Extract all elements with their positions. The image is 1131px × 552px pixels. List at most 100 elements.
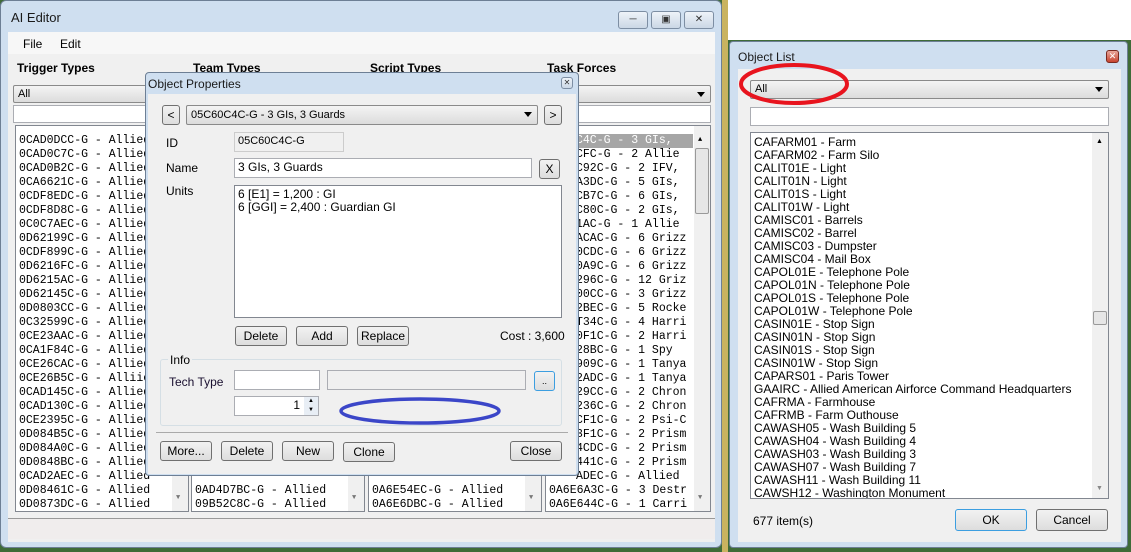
scroll-down-icon[interactable]: ▼ xyxy=(698,494,702,502)
list-item[interactable]: 0D6215AC-G - Allied xyxy=(19,274,150,288)
list-item[interactable]: 0A6E6A3C-G - 3 Destr xyxy=(549,484,687,498)
list-item[interactable]: 0CAD0C7C-G - Allied xyxy=(19,148,150,162)
list-item[interactable]: CF1C-G - 2 Psi-C xyxy=(576,414,686,428)
list-item[interactable]: ACAC-G - 6 Grizz xyxy=(576,232,686,246)
list-item[interactable]: CAWSH12 - Washington Monument xyxy=(754,487,945,499)
stepper-up-icon[interactable]: ▲ xyxy=(304,397,318,406)
list-item[interactable]: 0D6216FC-G - Allied xyxy=(19,260,150,274)
list-item[interactable]: 0CAD145C-G - Allied xyxy=(19,386,150,400)
browse-button[interactable]: .. xyxy=(534,371,555,391)
scroll-up-icon[interactable]: ▲ xyxy=(698,136,702,144)
clone-button[interactable]: Clone xyxy=(343,442,395,462)
list-item[interactable]: 0D0803CC-G - Allied xyxy=(19,302,150,316)
list-item[interactable]: 0CE26B5C-G - Alliie xyxy=(19,372,150,386)
scrollbar[interactable]: ▼ ▲ xyxy=(694,126,710,511)
list-item[interactable]: A3DC-G - 5 GIs, xyxy=(576,176,680,190)
list-item[interactable]: 0A6E6DBC-G - Allied xyxy=(372,498,503,511)
object-list[interactable]: CAFARM01 - Farm CAFARM02 - Farm Silo CALIT… xyxy=(750,132,1109,499)
list-item[interactable]: 2ADC-G - 1 Tanya xyxy=(576,372,686,386)
ok-button[interactable]: OK xyxy=(955,509,1027,531)
list-item[interactable]: 0A9C-G - 6 Grizz xyxy=(576,260,686,274)
list-item[interactable]: 4CDC-G - 2 Prism xyxy=(576,442,686,456)
scroll-down-icon[interactable]: ▼ xyxy=(1096,485,1103,492)
list-item[interactable]: 0F1C-G - 2 Harri xyxy=(576,330,686,344)
list-item[interactable]: 0D62199C-G - Allied xyxy=(19,232,150,246)
list-item[interactable]: 29CC-G - 2 Chron xyxy=(576,386,686,400)
menu-file[interactable]: File xyxy=(23,37,42,51)
list-item[interactable]: 0C32599C-G - Allied xyxy=(19,316,150,330)
list-item[interactable]: 0D08461C-G - Allied xyxy=(19,484,150,498)
scroll-down-icon[interactable]: ▼ xyxy=(352,494,356,502)
search-input[interactable] xyxy=(750,107,1109,126)
more-button[interactable]: More... xyxy=(160,441,212,461)
list-item[interactable]: ADEC-G - Allied xyxy=(576,470,680,484)
list-item[interactable]: 0D084B5C-G - Allied xyxy=(19,428,150,442)
list-item[interactable]: 0D0848BC-G - Allied xyxy=(19,456,150,470)
list-item[interactable]: 0CA1F84C-G - Allied xyxy=(19,344,150,358)
list-item[interactable]: CB7C-G - 6 GIs, xyxy=(576,190,680,204)
list-item[interactable]: 0CDF8D8C-G - Allied xyxy=(19,204,150,218)
tech-type-field[interactable] xyxy=(234,370,320,390)
list-item[interactable]: 0A6E644C-G - 1 Carri xyxy=(549,498,687,511)
list-item[interactable]: 909C-G - 1 Tanya xyxy=(576,358,686,372)
minimize-button[interactable]: ─ xyxy=(618,11,648,29)
new-button[interactable]: New xyxy=(282,441,334,461)
list-item[interactable]: 236C-G - 2 Chron xyxy=(576,400,686,414)
object-selector[interactable]: 05C60C4C-G - 3 GIs, 3 Guards xyxy=(186,105,538,125)
delete-button[interactable]: Delete xyxy=(221,441,273,461)
list-item[interactable]: 0CDF899C-G - Allied xyxy=(19,246,150,260)
list-item[interactable]: 2BEC-G - 5 Rocke xyxy=(576,302,686,316)
scroll-down-icon[interactable]: ▼ xyxy=(176,494,180,502)
list-item[interactable]: 0CAD0DCC-G - Allied xyxy=(19,134,150,148)
units-list[interactable]: 6 [E1] = 1,200 : GI 6 [GGI] = 2,400 : Gu… xyxy=(234,185,562,318)
list-item[interactable]: 3F1C-G - 2 Prism xyxy=(576,428,686,442)
list-item[interactable]: 0CE26CAC-G - Allied xyxy=(19,358,150,372)
list-item[interactable]: 09B52C8C-G - Allied xyxy=(195,498,326,511)
scrollbar[interactable]: ▲ ▼ xyxy=(1092,133,1108,498)
list-item[interactable]: 0CAD2AEC-G - Allied xyxy=(19,470,150,484)
next-button[interactable]: > xyxy=(544,105,562,125)
list-item[interactable]: C80C-G - 2 GIs, xyxy=(576,204,680,218)
close-dialog-button[interactable]: Close xyxy=(510,441,562,461)
list-item[interactable]: 0CE23AAC-G - Allied xyxy=(19,330,150,344)
scroll-up-icon[interactable]: ▲ xyxy=(1096,138,1103,145)
scroll-down-icon[interactable]: ▼ xyxy=(529,494,533,502)
close-icon[interactable]: ✕ xyxy=(1106,50,1119,63)
maximize-button[interactable]: ▣ xyxy=(651,11,681,29)
list-item[interactable]: 0D62145C-G - Allied xyxy=(19,288,150,302)
replace-unit-button[interactable]: Replace xyxy=(357,326,409,346)
list-item[interactable]: 0CDF8EDC-G - Allied xyxy=(19,190,150,204)
list-item[interactable]: 0C0C7AEC-G - Allied xyxy=(19,218,150,232)
list-item[interactable]: 0AD4D7BC-G - Allied xyxy=(195,484,326,498)
list-item[interactable]: 0CDC-G - 6 Grizz xyxy=(576,246,686,260)
list-item[interactable]: 0CA6621C-G - Allied xyxy=(19,176,150,190)
list-item[interactable]: 0D0873DC-G - Allied xyxy=(19,498,150,511)
list-item[interactable]: 00CC-G - 3 Grizz xyxy=(576,288,686,302)
list-item[interactable]: T34C-G - 4 Harri xyxy=(576,316,686,330)
prev-button[interactable]: < xyxy=(162,105,180,125)
scroll-thumb[interactable] xyxy=(1093,311,1107,325)
close-button[interactable]: ✕ xyxy=(684,11,714,29)
list-item[interactable]: 441C-G - 2 Prism xyxy=(576,456,686,470)
close-icon[interactable]: ✕ xyxy=(561,77,573,89)
list-item[interactable]: CFC-G - 2 Allie xyxy=(576,148,680,162)
clear-name-button[interactable]: X xyxy=(539,159,560,179)
list-item[interactable]: C4C-G - 3 GIs, xyxy=(576,134,693,148)
add-unit-button[interactable]: Add xyxy=(296,326,348,346)
cancel-button[interactable]: Cancel xyxy=(1036,509,1108,531)
list-item[interactable]: 0A6E54EC-G - Allied xyxy=(372,484,503,498)
list-item[interactable]: C92C-G - 2 IFV, xyxy=(576,162,680,176)
scroll-thumb[interactable] xyxy=(695,148,709,214)
list-item[interactable]: 0D084A0C-G - Allied xyxy=(19,442,150,456)
delete-unit-button[interactable]: Delete xyxy=(235,326,287,346)
list-item[interactable]: 296C-G - 12 Griz xyxy=(576,274,686,288)
list-item[interactable]: 28BC-G - 1 Spy xyxy=(576,344,673,358)
list-item[interactable]: 0CAD130C-G - Allied xyxy=(19,400,150,414)
name-field[interactable]: 3 GIs, 3 Guards xyxy=(234,158,532,178)
list-item[interactable]: 1AC-G - 1 Allie xyxy=(576,218,680,232)
menu-edit[interactable]: Edit xyxy=(60,37,81,51)
unit-item[interactable]: 6 [GGI] = 2,400 : Guardian GI xyxy=(238,201,558,214)
stepper-down-icon[interactable]: ▼ xyxy=(304,406,318,415)
list-item[interactable]: 0CE2395C-G - Allied xyxy=(19,414,150,428)
list-item[interactable]: 0CAD0B2C-G - Allied xyxy=(19,162,150,176)
